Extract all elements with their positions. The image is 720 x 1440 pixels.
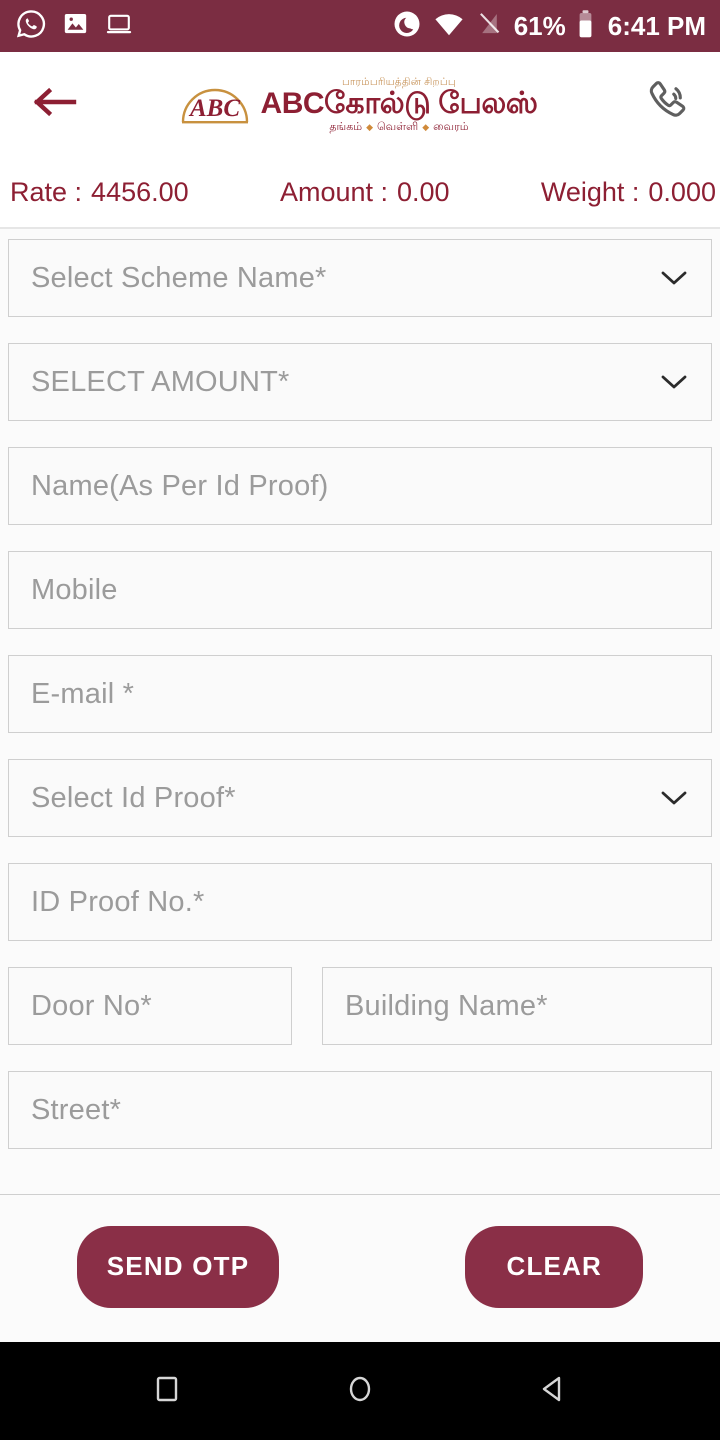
weight-value: 0.000 [648, 176, 716, 207]
brand-tagline-bottom: தங்கம் ◆ வெள்ளி ◆ வைரம் [329, 120, 469, 133]
back-nav-button[interactable] [518, 1356, 588, 1426]
building-name-input[interactable]: Building Name* [322, 967, 712, 1045]
id-proof-no-input[interactable]: ID Proof No.* [8, 863, 712, 941]
id-proof-select[interactable]: Select Id Proof* [8, 759, 712, 837]
recents-button[interactable] [132, 1356, 202, 1426]
android-navigation-bar [0, 1342, 720, 1440]
brand-name: ABCகோல்டு பேலஸ் [260, 87, 538, 120]
circle-home-icon [345, 1374, 375, 1409]
triangle-back-icon [538, 1374, 568, 1409]
street-placeholder: Street* [31, 1093, 122, 1126]
mobile-input[interactable]: Mobile [8, 551, 712, 629]
abc-monogram-icon: ABC [177, 76, 253, 133]
scheme-name-placeholder: Select Scheme Name* [31, 261, 327, 294]
status-bar-left-icons [16, 9, 133, 44]
email-placeholder: E-mail * [31, 677, 135, 710]
arrow-left-icon [33, 87, 77, 122]
brand-text-block: பாரம்பரியத்தின் சிறப்பு ABCகோல்டு பேலஸ் … [260, 75, 538, 133]
chevron-down-icon [661, 270, 687, 286]
status-bar-right-icons: 61% 6:41 PM [392, 8, 706, 45]
amount-select-placeholder: SELECT AMOUNT* [31, 365, 290, 398]
square-recents-icon [152, 1374, 182, 1409]
do-not-disturb-moon-icon [392, 9, 422, 44]
amount-select[interactable]: SELECT AMOUNT* [8, 343, 712, 421]
street-input[interactable]: Street* [8, 1071, 712, 1149]
scheme-name-select[interactable]: Select Scheme Name* [8, 239, 712, 317]
building-name-placeholder: Building Name* [345, 989, 548, 1022]
wifi-icon [433, 8, 465, 45]
rate-summary-bar: Rate : 4456.00 Amount : 0.00 Weight : 0.… [0, 157, 720, 229]
door-no-placeholder: Door No* [31, 989, 152, 1022]
form-action-bar: SEND OTP CLEAR [0, 1194, 720, 1342]
clock-label: 6:41 PM [607, 10, 706, 41]
name-placeholder: Name(As Per Id Proof) [31, 469, 329, 502]
weight-label: Weight : [540, 176, 640, 207]
diamond-separator-icon-1: ◆ [366, 121, 374, 132]
brand-tagline-silver: வெள்ளி [377, 120, 419, 133]
image-icon [62, 10, 89, 42]
status-bar: 61% 6:41 PM [0, 0, 720, 52]
no-sim-signal-icon [476, 10, 503, 42]
home-button[interactable] [325, 1356, 395, 1426]
brand-tagline-diamond: வைரம் [433, 120, 469, 133]
brand-tagline-gold: தங்கம் [329, 120, 363, 133]
door-no-input[interactable]: Door No* [8, 967, 292, 1045]
amount-value: 0.00 [397, 176, 450, 207]
weight-group: Weight : 0.000 [541, 177, 716, 208]
id-proof-placeholder: Select Id Proof* [31, 781, 236, 814]
phone-call-icon [640, 76, 692, 133]
name-input[interactable]: Name(As Per Id Proof) [8, 447, 712, 525]
rate-value: 4456.00 [91, 176, 189, 207]
back-button[interactable] [26, 76, 84, 134]
laptop-screenshot-icon [105, 10, 133, 43]
app-header: ABC பாரம்பரியத்தின் சிறப்பு ABCகோல்டு பே… [0, 52, 720, 157]
chevron-down-icon [661, 790, 687, 806]
brand-tagline-top: பாரம்பரியத்தின் சிறப்பு [342, 75, 456, 88]
clear-button[interactable]: CLEAR [465, 1225, 644, 1308]
call-button[interactable] [636, 75, 696, 135]
amount-label: Amount : [279, 176, 388, 207]
battery-icon [577, 9, 594, 44]
address-row: Door No* Building Name* [8, 967, 712, 1045]
send-otp-button[interactable]: SEND OTP [76, 1225, 280, 1308]
brand-logo: ABC பாரம்பரியத்தின் சிறப்பு ABCகோல்டு பே… [84, 76, 636, 133]
svg-text:ABC: ABC [188, 95, 240, 122]
registration-form: Select Scheme Name* SELECT AMOUNT* Name(… [0, 229, 720, 1194]
rate-label: Rate : [10, 176, 83, 207]
whatsapp-icon [16, 9, 46, 44]
mobile-placeholder: Mobile [31, 573, 118, 606]
app-root: 61% 6:41 PM ABC பாரம்பரியத்தின் சிறப்பு … [0, 0, 720, 1440]
diamond-separator-icon-2: ◆ [422, 121, 430, 132]
chevron-down-icon [661, 374, 687, 390]
email-input[interactable]: E-mail * [8, 655, 712, 733]
rate-group: Rate : 4456.00 [10, 177, 189, 208]
battery-percent-label: 61% [513, 10, 566, 41]
id-proof-no-placeholder: ID Proof No.* [31, 885, 205, 918]
amount-group: Amount : 0.00 [280, 177, 450, 208]
